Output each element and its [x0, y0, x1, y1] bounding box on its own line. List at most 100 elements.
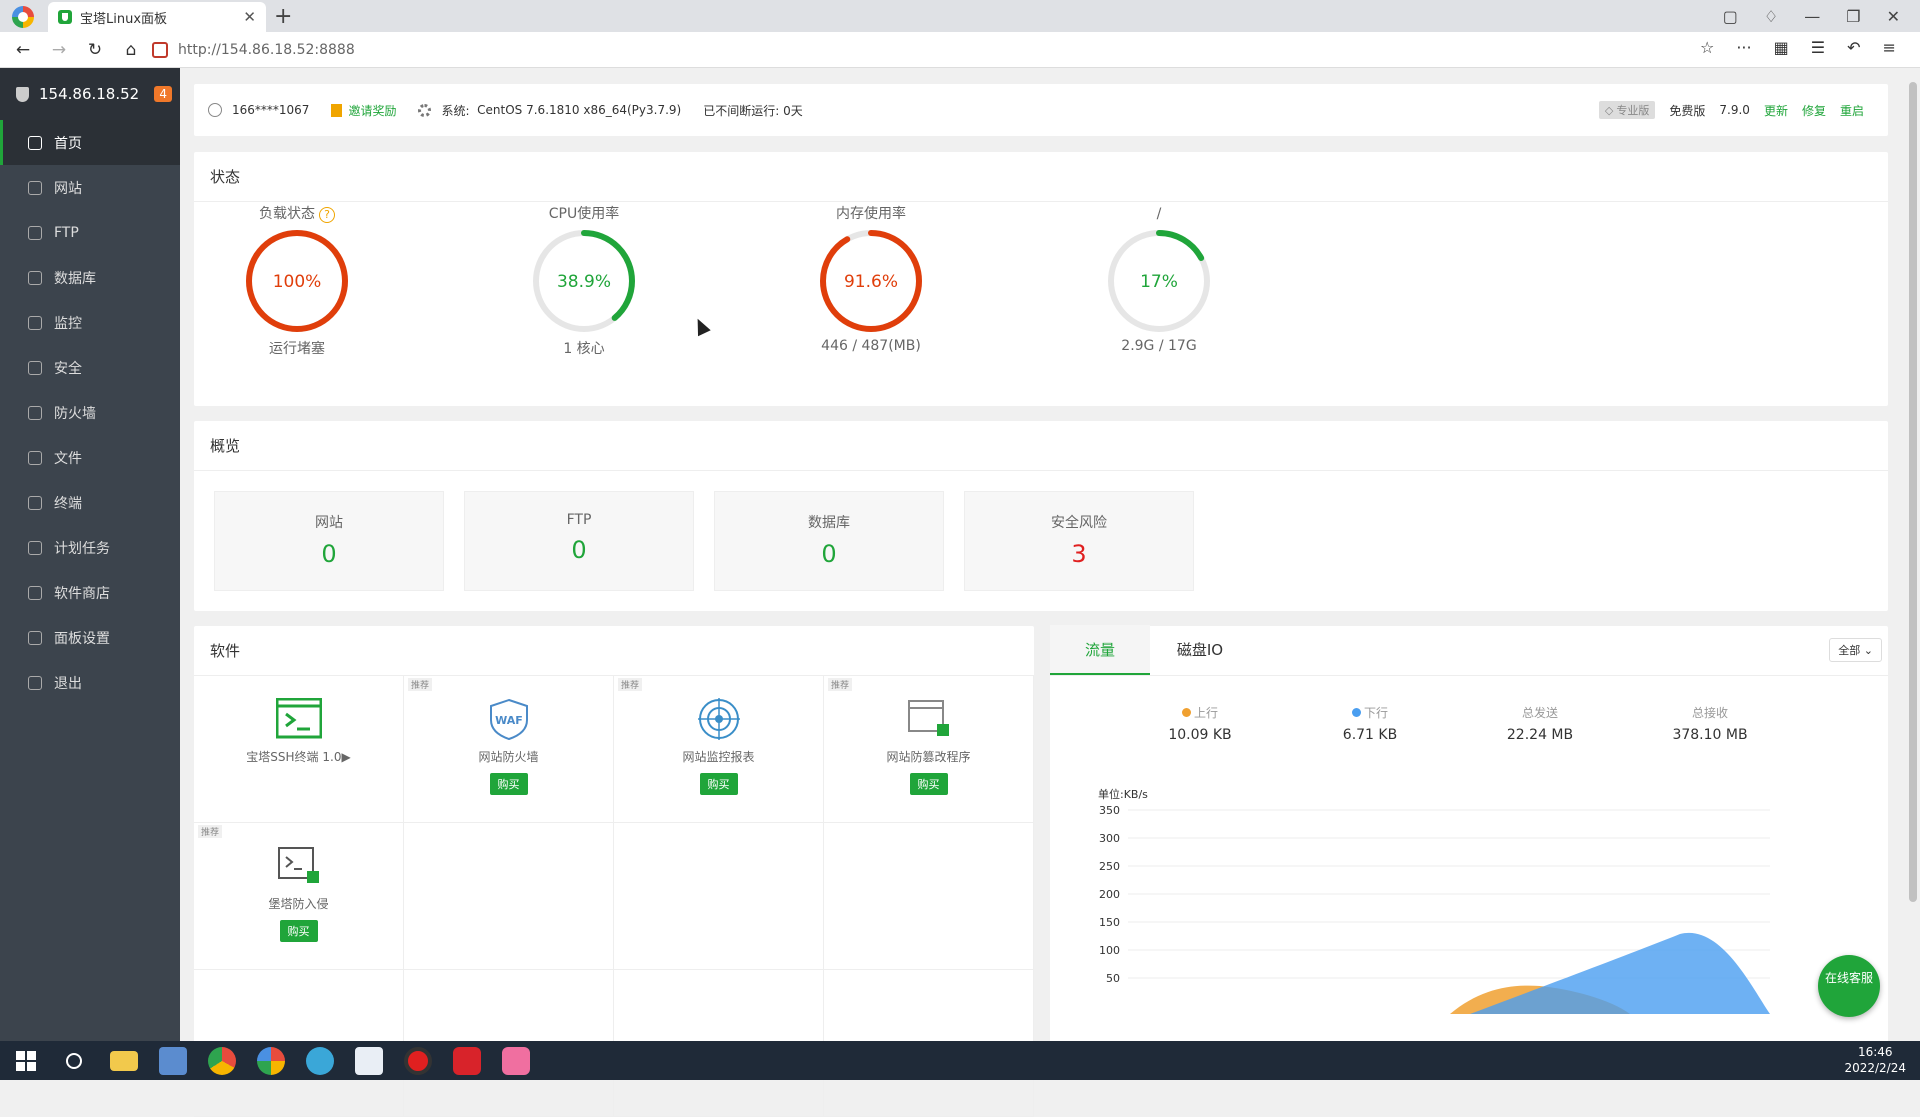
home-browser-icon[interactable]: ⌂ — [118, 40, 144, 60]
tab-close-icon[interactable]: ✕ — [243, 8, 256, 26]
tab-count-icon[interactable]: ▢ — [1723, 7, 1738, 26]
software-name[interactable]: 网站防篡改程序 — [824, 748, 1033, 765]
overview-box-1[interactable]: FTP 0 — [464, 491, 694, 591]
skin-icon[interactable]: ♢ — [1764, 7, 1778, 26]
system-label: 系统: — [441, 103, 470, 118]
gauge-0[interactable]: 负载状态? 100% 运行堵塞 — [212, 202, 382, 358]
buy-button[interactable]: 购买 — [279, 920, 318, 942]
netease-music-icon[interactable] — [453, 1046, 481, 1075]
back-icon[interactable]: ← — [10, 40, 36, 60]
buy-button[interactable]: 购买 — [489, 773, 528, 795]
extensions-grid-icon[interactable]: ▦ — [1774, 38, 1789, 57]
help-icon[interactable]: ? — [319, 207, 335, 223]
tab-traffic[interactable]: 流量 — [1050, 625, 1150, 675]
notification-badge[interactable]: 4 — [154, 86, 172, 102]
repair-link[interactable]: 修复 — [1802, 102, 1826, 119]
gauge-3[interactable]: / 17% 2.9G / 17G — [1074, 202, 1244, 354]
chart-y-tick: 50 — [1106, 972, 1120, 985]
pro-version-tag[interactable]: 专业版 — [1598, 101, 1656, 119]
bookmark-star-icon[interactable]: ☆ — [1700, 38, 1714, 57]
software-name[interactable]: 宝塔SSH终端 1.0▶ — [194, 748, 403, 765]
sidebar-item-7[interactable]: 文件 — [0, 435, 180, 480]
browser-tab-title: 宝塔Linux面板 — [80, 11, 168, 27]
restart-link[interactable]: 重启 — [1840, 102, 1864, 119]
sidebar-item-11[interactable]: 面板设置 — [0, 615, 180, 660]
close-window-icon[interactable]: ✕ — [1887, 7, 1900, 26]
sidebar-item-8[interactable]: 终端 — [0, 480, 180, 525]
database-icon — [28, 270, 42, 285]
sidebar-item-label: 面板设置 — [54, 630, 110, 647]
sidebar-item-6[interactable]: 防火墙 — [0, 390, 180, 435]
software-cell[interactable]: 推荐 堡塔防入侵 购买 — [194, 823, 404, 970]
browser-toolbar-right: ☆ ··· ▦ ☰ ↶ ≡ — [1700, 38, 1896, 57]
browser-tab[interactable]: 宝塔Linux面板 ✕ — [48, 2, 266, 32]
feishu-icon[interactable] — [355, 1046, 383, 1075]
control-panel-icon[interactable] — [159, 1046, 187, 1075]
url-text[interactable]: http://154.86.18.52:8888 — [178, 42, 355, 58]
url-field[interactable]: http://154.86.18.52:8888 — [142, 36, 1742, 64]
reload-icon[interactable]: ↻ — [82, 40, 108, 60]
browser-logo-icon[interactable] — [12, 6, 34, 28]
scrollbar-thumb[interactable] — [1909, 82, 1917, 902]
traffic-stat-2: 总发送 22.24 MB — [1450, 704, 1630, 743]
sidebar-item-10[interactable]: 软件商店 — [0, 570, 180, 615]
menu-icon[interactable]: ≡ — [1882, 38, 1895, 57]
traffic-stat-value: 22.24 MB — [1506, 727, 1574, 743]
software-panel: 软件 宝塔SSH终端 1.0▶ 推荐 WAF 网站防火墙 购买 推荐 网站监控报表 购买 推荐网… — [194, 626, 1034, 1117]
sidebar-item-5[interactable]: 安全 — [0, 345, 180, 390]
file-explorer-icon[interactable] — [110, 1050, 138, 1071]
chart-ylabel: 单位:KB/s — [1098, 787, 1148, 801]
media-app-icon[interactable] — [502, 1046, 530, 1075]
restore-icon[interactable]: ❐ — [1846, 7, 1860, 26]
chart-y-tick: 100 — [1099, 944, 1120, 957]
software-name[interactable]: 网站防火墙 — [404, 748, 613, 765]
minimize-icon[interactable]: — — [1804, 7, 1820, 26]
more-icon[interactable]: ··· — [1736, 38, 1751, 57]
new-tab-icon[interactable]: + — [274, 4, 292, 29]
chrome-icon[interactable] — [208, 1046, 236, 1075]
screen-recorder-icon[interactable] — [404, 1046, 432, 1075]
software-cell[interactable]: 推荐 WAF 网站防火墙 购买 — [404, 676, 614, 823]
network-tool-icon[interactable] — [306, 1046, 334, 1075]
info-bar: 166****1067 邀请奖励 系统: CentOS 7.6.1810 x86… — [194, 84, 1888, 136]
sidebar-item-9[interactable]: 计划任务 — [0, 525, 180, 570]
browser-360-icon[interactable] — [257, 1046, 285, 1075]
software-cell[interactable]: 推荐 网站监控报表 购买 — [614, 676, 824, 823]
tab-disk-io[interactable]: 磁盘IO — [1150, 625, 1250, 675]
favorites-icon[interactable]: ☰ — [1811, 38, 1825, 57]
overview-box-3[interactable]: 安全风险 3 — [964, 491, 1194, 591]
forward-icon[interactable]: → — [46, 40, 72, 60]
system-clock[interactable]: 16:46 2022/2/24 — [1844, 1044, 1906, 1076]
update-link[interactable]: 更新 — [1764, 102, 1788, 119]
buy-button[interactable]: 购买 — [909, 773, 948, 795]
gauge-1[interactable]: CPU使用率 38.9% 1 核心 — [499, 202, 669, 358]
sidebar-item-2[interactable]: FTP — [0, 210, 180, 255]
insecure-site-icon[interactable] — [152, 42, 168, 58]
invite-reward-link[interactable]: 邀请奖励 — [348, 102, 396, 119]
radar-icon — [696, 698, 742, 740]
sidebar-item-12[interactable]: 退出 — [0, 660, 180, 705]
software-cell[interactable]: 推荐 网站防篡改程序 购买 — [824, 676, 1034, 823]
sidebar-item-1[interactable]: 网站 — [0, 165, 180, 210]
logout-icon — [28, 675, 42, 690]
user-account[interactable]: 166****1067 — [232, 103, 309, 117]
gauge-2[interactable]: 内存使用率 91.6% 446 / 487(MB) — [786, 202, 956, 354]
sidebar-item-0[interactable]: 首页 — [0, 120, 180, 165]
network-select[interactable]: 全部 ⌄ — [1829, 638, 1882, 662]
sidebar-item-3[interactable]: 数据库 — [0, 255, 180, 300]
software-name[interactable]: 网站监控报表 — [614, 748, 823, 765]
sidebar-item-4[interactable]: 监控 — [0, 300, 180, 345]
undo-icon[interactable]: ↶ — [1847, 38, 1860, 57]
software-name[interactable]: 堡塔防入侵 — [194, 895, 403, 912]
software-cell — [404, 823, 614, 970]
firewall-icon — [28, 405, 42, 420]
gauge-label: 负载状态 — [259, 206, 315, 222]
windows-start-icon[interactable] — [16, 1050, 36, 1071]
overview-box-2[interactable]: 数据库 0 — [714, 491, 944, 591]
page-scrollbar[interactable] — [1906, 68, 1920, 1041]
overview-box-0[interactable]: 网站 0 — [214, 491, 444, 591]
online-support-button[interactable]: 在线客服 — [1818, 955, 1880, 1017]
software-cell[interactable]: 宝塔SSH终端 1.0▶ — [194, 676, 404, 823]
buy-button[interactable]: 购买 — [699, 773, 738, 795]
search-icon[interactable] — [66, 1052, 82, 1069]
